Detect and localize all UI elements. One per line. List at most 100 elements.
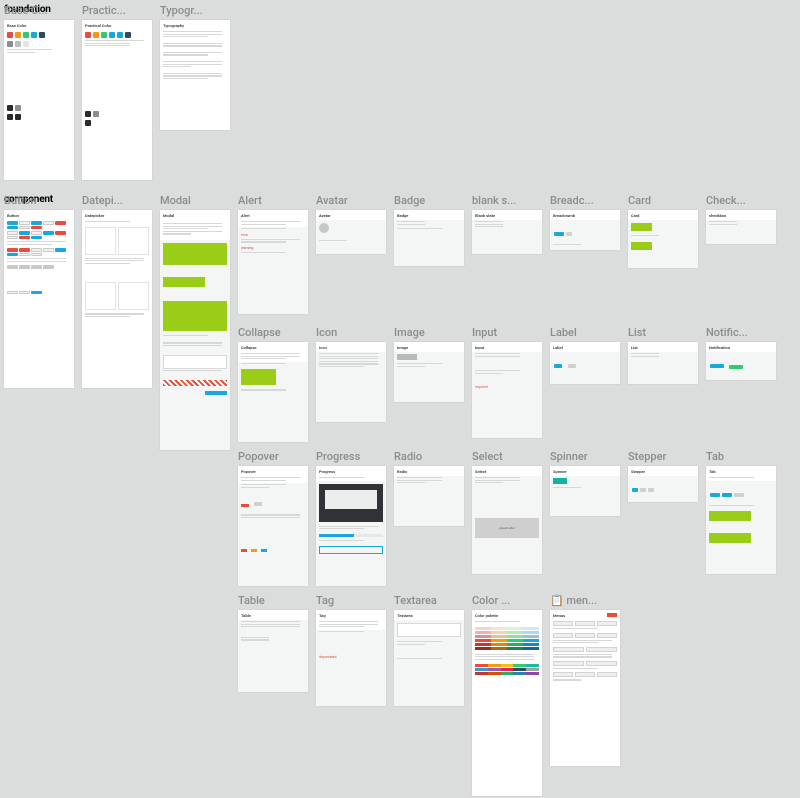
frame-thumbnail[interactable]: Stepper [628,466,698,502]
frame-thumbnail[interactable]: Progress [316,466,386,586]
thumb-heading: Alert [238,210,308,220]
thumb-heading: Breadcrumb [550,210,620,220]
frame-thumbnail[interactable]: Tab [706,466,776,574]
frame-list[interactable]: List List [628,326,698,384]
frame-title: Alert [238,194,308,208]
frame-thumbnail[interactable]: Input required [472,342,542,438]
frame-thumbnail[interactable]: Datepicker [82,210,152,388]
frame-title: Button [4,194,74,208]
component-row-4: Table Table Tag Tag deprecated Textarea … [238,594,620,796]
frame-icon[interactable]: Icon Icon [316,326,386,422]
frame-thumbnail[interactable]: Avatar [316,210,386,254]
frame-thumbnail[interactable]: Textarea [394,610,464,706]
frame-menus[interactable]: 📋 men... Menus [550,594,620,766]
thumb-heading: Typography [160,20,230,30]
frame-thumbnail[interactable]: Notification [706,342,776,380]
frame-thumbnail[interactable]: Menus [550,610,620,766]
frame-title: Popover [238,450,308,464]
frame-textarea[interactable]: Textarea Textarea [394,594,464,706]
dark-swatches [82,109,152,118]
frame-thumbnail[interactable]: Popover [238,466,308,586]
frame-title: Tag [316,594,386,608]
frame-modal[interactable]: Modal Modal [160,194,230,450]
thumb-heading: Progress [316,466,386,476]
frame-button[interactable]: Button Button [4,194,74,388]
frame-thumbnail[interactable]: Tag deprecated [316,610,386,706]
frame-notification[interactable]: Notific... Notification [706,326,776,380]
frame-avatar[interactable]: Avatar Avatar [316,194,386,254]
frame-thumbnail[interactable]: checkbox [706,210,776,244]
frame-thumbnail[interactable]: Card [628,210,698,268]
frame-radio[interactable]: Radio Radio [394,450,464,526]
thumb-heading: Button [4,210,74,220]
frame-input[interactable]: Input Input required [472,326,542,438]
frame-thumbnail[interactable]: Radio [394,466,464,526]
frame-badge[interactable]: Badge Badge [394,194,464,266]
frame-alert[interactable]: Alert Alert error warning [238,194,308,314]
thumb-heading: Radio [394,466,464,476]
progress-bar [319,534,383,537]
frame-thumbnail[interactable]: Base Color [4,20,74,180]
frame-thumbnail[interactable]: Badge [394,210,464,266]
frame-progress[interactable]: Progress Progress [316,450,386,586]
frame-thumbnail[interactable]: Breadcrumb [550,210,620,250]
frame-typography[interactable]: Typogr... Typography [160,4,230,130]
frame-thumbnail[interactable]: Typography [160,20,230,130]
frame-title: Select [472,450,542,464]
frame-thumbnail[interactable]: Collapse [238,342,308,442]
frame-tab[interactable]: Tab Tab [706,450,776,574]
frame-thumbnail[interactable]: Image [394,342,464,402]
frame-thumbnail[interactable]: Color palette [472,610,542,796]
frame-datepicker[interactable]: Datepi... Datepicker [82,194,152,388]
frame-thumbnail[interactable]: Icon [316,342,386,422]
frame-checkbox[interactable]: Check... checkbox [706,194,776,244]
pattern-stripe [163,380,227,386]
frame-base-color[interactable]: Base C... Base Color [4,4,74,180]
frame-practical-color[interactable]: Practic... Practical Color [82,4,152,180]
frame-label[interactable]: Label Label [550,326,620,384]
frame-thumbnail[interactable]: Modal [160,210,230,450]
frame-breadcrumb[interactable]: Breadc... Breadcrumb [550,194,620,250]
frame-thumbnail[interactable]: Button [4,210,74,388]
frame-color-palette[interactable]: Color ... Color palette [472,594,542,796]
frame-blank-state[interactable]: blank s... Blank state [472,194,542,254]
frame-thumbnail[interactable]: Spinner [550,466,620,516]
frame-stepper[interactable]: Stepper Stepper [628,450,698,502]
thumb-heading: Tab [706,466,776,476]
thumb-heading: Collapse [238,342,308,352]
error-text: deprecated [316,654,386,660]
breadcrumb-sample [550,220,620,243]
frame-table[interactable]: Table Table [238,594,308,692]
calendar-grid [82,225,152,257]
notification-samples [706,352,776,375]
frame-image[interactable]: Image Image [394,326,464,402]
placeholder-block [709,533,751,543]
palette-table [472,625,542,653]
placeholder-text: placeholder [499,526,515,530]
thumb-heading: Badge [394,210,464,220]
frame-thumbnail[interactable]: List [628,342,698,384]
frame-title: Table [238,594,308,608]
thumb-heading: Tag [316,610,386,620]
frame-title: Breadc... [550,194,620,208]
frame-title: Label [550,326,620,340]
frame-thumbnail[interactable]: Alert error warning [238,210,308,314]
frame-title: 📋 men... [550,594,620,608]
frame-popover[interactable]: Popover Popover [238,450,308,586]
frame-title: Notific... [706,326,776,340]
frame-card[interactable]: Card Card [628,194,698,268]
frame-thumbnail[interactable]: Select placeholder [472,466,542,574]
frame-spinner[interactable]: Spinner Spinner [550,450,620,516]
frame-select[interactable]: Select Select placeholder [472,450,542,574]
thumb-heading: Label [550,342,620,352]
frame-collapse[interactable]: Collapse Collapse [238,326,308,442]
frame-tag[interactable]: Tag Tag deprecated [316,594,386,706]
frame-thumbnail[interactable]: Blank state [472,210,542,254]
thumb-heading: Modal [160,210,230,221]
thumb-heading: Spinner [550,466,620,476]
frame-thumbnail[interactable]: Table [238,610,308,692]
component-row-3: Popover Popover Progress Progress Radio [238,450,776,586]
frame-title: Base C... [4,4,74,18]
frame-thumbnail[interactable]: Practical Color [82,20,152,180]
frame-thumbnail[interactable]: Label [550,342,620,384]
